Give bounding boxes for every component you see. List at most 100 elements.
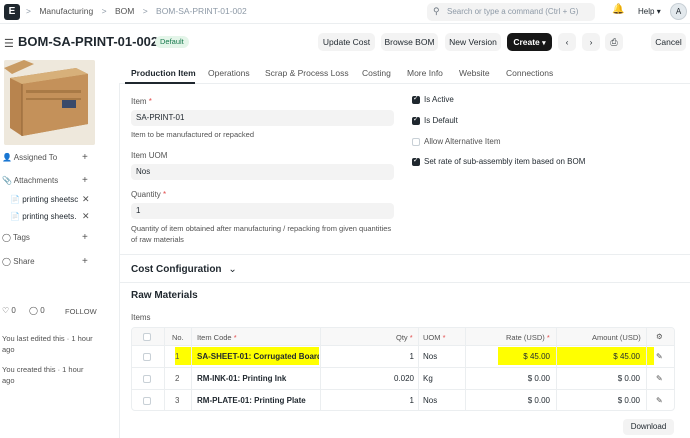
remove-attachment-close-icon[interactable]: ✕ <box>82 211 90 222</box>
row-qty[interactable]: 1 <box>362 396 414 405</box>
quantity-field[interactable]: 1 <box>131 203 394 219</box>
row-rate[interactable]: $ 0.00 <box>502 374 550 383</box>
is-active-checkbox[interactable] <box>412 94 420 104</box>
app-logo[interactable]: E <box>4 4 20 20</box>
tab-costing[interactable]: Costing <box>362 68 391 78</box>
table-row[interactable]: 2 RM-INK-01: Printing Ink 0.020 Kg $ 0.0… <box>132 368 674 390</box>
row-checkbox[interactable] <box>143 397 151 405</box>
row-uom[interactable]: Nos <box>423 352 437 361</box>
next-doc-button[interactable]: › <box>582 33 600 51</box>
allow-alternative-item-label: Allow Alternative Item <box>424 137 501 146</box>
settings-gear-icon[interactable]: ⚙ <box>656 332 663 341</box>
add-attachment-plus-icon[interactable]: + <box>82 175 88 186</box>
attachment-file-name: printing sheets. <box>22 212 77 221</box>
edit-row-pencil-icon[interactable]: ✎ <box>656 396 663 405</box>
help-menu[interactable]: Help ▾ <box>638 7 661 16</box>
chevron-down-icon: ⌄ <box>228 264 237 275</box>
row-qty[interactable]: 0.020 <box>362 374 414 383</box>
tab-scrap-process-loss[interactable]: Scrap & Process Loss <box>265 68 349 78</box>
form-tabs: Production Item Operations Scrap & Proce… <box>119 64 690 84</box>
tags-label: Tags <box>13 233 30 242</box>
required-marker: * <box>546 333 550 342</box>
allow-alternative-item-checkbox[interactable] <box>412 138 420 146</box>
edit-row-pencil-icon[interactable]: ✎ <box>656 374 663 383</box>
row-uom[interactable]: Kg <box>423 374 433 383</box>
row-no: 3 <box>175 396 180 405</box>
required-marker: * <box>148 97 152 106</box>
col-qty: Qty * <box>396 333 413 342</box>
attachment-file[interactable]: 📄 printing sheetsc <box>10 195 78 204</box>
top-navbar: E > Manufacturing > BOM > BOM-SA-PRINT-0… <box>0 0 690 24</box>
comments[interactable]: ◯ 0 <box>29 306 45 315</box>
table-header: No. Item Code * Qty * UOM * Rate (USD) *… <box>132 328 674 346</box>
tab-website[interactable]: Website <box>459 68 490 78</box>
likes-count: 0 <box>11 306 16 315</box>
row-item-code[interactable]: RM-PLATE-01: Printing Plate <box>197 396 319 405</box>
row-uom[interactable]: Nos <box>423 396 437 405</box>
row-rate[interactable]: $ 45.00 <box>502 352 550 361</box>
assigned-to-label: Assigned To <box>13 153 58 162</box>
tab-operations[interactable]: Operations <box>208 68 250 78</box>
item-image[interactable] <box>4 60 95 145</box>
breadcrumb-bom[interactable]: BOM <box>115 6 134 16</box>
tab-production-item[interactable]: Production Item <box>131 68 196 78</box>
last-edited-info: You last edited this · 1 hour ago <box>2 334 93 354</box>
row-checkbox[interactable] <box>143 375 151 383</box>
table-row[interactable]: 1 SA-SHEET-01: Corrugated Board ... 1 No… <box>132 346 674 368</box>
likes[interactable]: ♡ 0 <box>2 306 16 315</box>
row-item-code[interactable]: SA-SHEET-01: Corrugated Board ... <box>197 352 319 361</box>
row-rate[interactable]: $ 0.00 <box>502 396 550 405</box>
col-uom: UOM * <box>423 333 446 342</box>
status-badge: Default <box>155 36 189 48</box>
col-no: No. <box>172 333 184 342</box>
tab-more-info[interactable]: More Info <box>407 68 443 78</box>
follow-button[interactable]: FOLLOW <box>65 307 97 316</box>
is-default-checkbox[interactable] <box>412 115 420 125</box>
search-bar[interactable]: ⚲ Search or type a command (Ctrl + G) <box>427 3 595 21</box>
row-amount: $ 0.00 <box>617 396 640 405</box>
breadcrumb-manufacturing[interactable]: Manufacturing <box>39 6 93 16</box>
select-all-checkbox[interactable] <box>143 333 151 341</box>
assigned-to[interactable]: 👤 Assigned To <box>2 153 57 162</box>
sidebar-toggle-icon[interactable]: ☰ <box>4 37 14 50</box>
browse-bom-button[interactable]: Browse BOM <box>381 33 438 51</box>
required-marker: * <box>409 333 413 342</box>
uom-field[interactable]: Nos <box>131 164 394 180</box>
items-label: Items <box>131 313 151 322</box>
table-row[interactable]: 3 RM-PLATE-01: Printing Plate 1 Nos $ 0.… <box>132 390 674 410</box>
tab-connections[interactable]: Connections <box>506 68 553 78</box>
row-qty[interactable]: 1 <box>362 352 414 361</box>
avatar[interactable]: A <box>670 3 687 20</box>
previous-doc-button[interactable]: ‹ <box>558 33 576 51</box>
search-input[interactable]: Search or type a command (Ctrl + G) <box>447 7 578 16</box>
item-field[interactable]: SA-PRINT-01 <box>131 110 394 126</box>
set-rate-subassembly-checkbox[interactable] <box>412 156 420 166</box>
remove-attachment-close-icon[interactable]: ✕ <box>82 194 90 205</box>
user-icon: 👤 <box>2 153 12 162</box>
attachment-file[interactable]: 📄 printing sheets. <box>10 212 76 221</box>
page-title: BOM-SA-PRINT-01-002 <box>18 34 159 49</box>
row-item-code[interactable]: RM-INK-01: Printing Ink <box>197 374 319 383</box>
cost-configuration-section[interactable]: Cost Configuration ⌄ <box>131 264 237 275</box>
row-checkbox[interactable] <box>143 353 151 361</box>
add-assignee-plus-icon[interactable]: + <box>82 152 88 163</box>
add-share-plus-icon[interactable]: + <box>82 256 88 267</box>
raw-materials-title: Raw Materials <box>131 290 198 301</box>
edit-row-pencil-icon[interactable]: ✎ <box>656 352 663 361</box>
attachment-file-name: printing sheetsc <box>22 195 79 204</box>
new-version-button[interactable]: New Version <box>445 33 501 51</box>
notification-bell-icon[interactable]: 🔔 <box>612 4 624 15</box>
comment-icon: ◯ <box>29 306 38 315</box>
chevron-right-icon: › <box>589 37 593 47</box>
update-cost-button[interactable]: Update Cost <box>318 33 375 51</box>
column-divider <box>556 328 557 410</box>
cancel-button[interactable]: Cancel <box>651 33 686 51</box>
download-button[interactable]: Download <box>623 419 674 435</box>
item-label: Item * <box>131 97 152 106</box>
add-tag-plus-icon[interactable]: + <box>82 232 88 243</box>
print-button[interactable]: ⎙ <box>605 33 623 51</box>
share-icon: ◯ <box>2 257 11 266</box>
create-button[interactable]: Create ▾ <box>507 33 552 51</box>
required-marker: * <box>163 190 167 199</box>
attachments-label: Attachments <box>13 176 59 185</box>
